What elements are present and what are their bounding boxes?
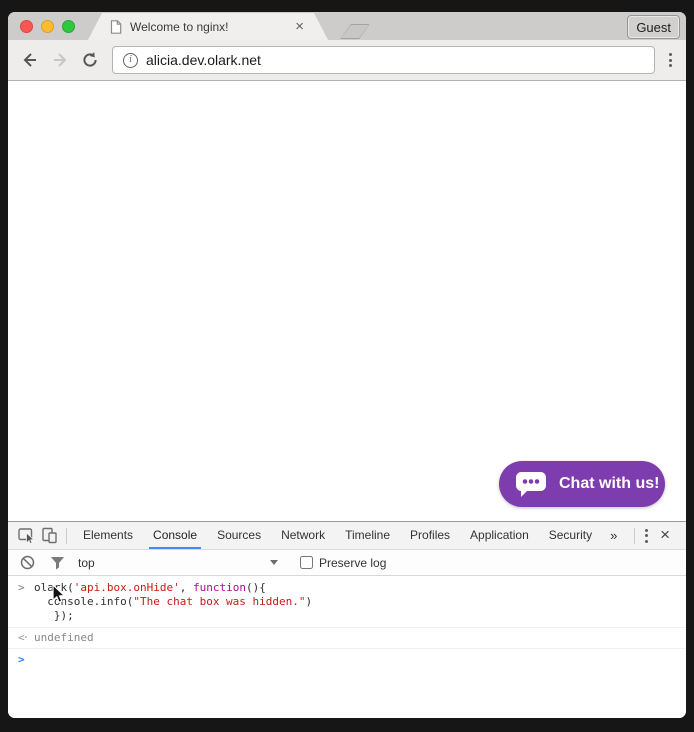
- console-output[interactable]: > olark('api.box.onHide', function(){ co…: [8, 576, 686, 718]
- devtools-menu-icon[interactable]: [641, 529, 652, 543]
- devtools-tab-console[interactable]: Console: [143, 522, 207, 549]
- page-content: Chat with us!: [8, 81, 686, 521]
- code-segment-plain: });: [34, 609, 74, 622]
- inspect-element-icon[interactable]: [16, 526, 38, 546]
- olark-chat-button[interactable]: Chat with us!: [499, 461, 665, 507]
- refresh-icon[interactable]: [78, 48, 102, 72]
- code-line: console.info("The chat box was hidden."): [34, 595, 312, 609]
- browser-menu-icon[interactable]: [665, 53, 676, 67]
- devtools-tab-elements[interactable]: Elements: [73, 522, 143, 549]
- more-tabs-icon[interactable]: »: [602, 528, 625, 543]
- code-segment-plain: ): [306, 595, 313, 608]
- toolbar-divider: [634, 528, 635, 544]
- console-result-row: <· undefined: [8, 628, 686, 649]
- tab-title: Welcome to nginx!: [130, 20, 289, 34]
- preserve-log-label: Preserve log: [319, 556, 386, 570]
- browser-tab[interactable]: Welcome to nginx! ×: [88, 13, 328, 40]
- page-file-icon: [110, 20, 122, 34]
- devtools-tabs: ElementsConsoleSourcesNetworkTimelinePro…: [73, 522, 602, 549]
- minimize-window-button[interactable]: [41, 20, 54, 33]
- clear-console-icon[interactable]: [16, 553, 38, 573]
- devtools-tab-security[interactable]: Security: [539, 522, 602, 549]
- code-segment-plain: olark(: [34, 581, 74, 594]
- close-window-button[interactable]: [20, 20, 33, 33]
- desktop-background: Welcome to nginx! × Guest: [0, 0, 694, 732]
- devtools-tab-timeline[interactable]: Timeline: [335, 522, 400, 549]
- new-tab-button-face: [341, 25, 369, 38]
- code-segment-plain: console.info(: [34, 595, 133, 608]
- back-icon[interactable]: [18, 48, 42, 72]
- new-tab-button[interactable]: [340, 24, 370, 39]
- console-prompt-icon: >: [18, 653, 25, 667]
- devtools-close-icon[interactable]: ×: [652, 525, 678, 547]
- chat-bubble-icon: [515, 471, 547, 498]
- code-segment-plain: (){: [246, 581, 266, 594]
- address-bar[interactable]: i alicia.dev.olark.net: [112, 46, 655, 74]
- command-echo-marker: >: [18, 581, 34, 623]
- preserve-log-option: Preserve log: [300, 556, 386, 570]
- browser-window: Welcome to nginx! × Guest: [8, 12, 686, 718]
- toolbar-divider: [66, 528, 67, 544]
- devtools-tab-profiles[interactable]: Profiles: [400, 522, 460, 549]
- devtools-tabbar-right: ×: [628, 525, 678, 547]
- site-info-icon[interactable]: i: [123, 53, 138, 68]
- browser-titlebar: Welcome to nginx! × Guest: [8, 12, 686, 40]
- devtools-tab-application[interactable]: Application: [460, 522, 539, 549]
- tab-close-icon[interactable]: ×: [295, 19, 304, 34]
- guest-profile-button[interactable]: Guest: [627, 15, 680, 39]
- console-command-entry: > olark('api.box.onHide', function(){ co…: [8, 576, 686, 628]
- device-toolbar-icon[interactable]: [38, 526, 60, 546]
- code-segment-keyword: function: [193, 581, 246, 594]
- devtools-tab-network[interactable]: Network: [271, 522, 335, 549]
- execution-context-value: top: [78, 556, 95, 570]
- chat-button-label: Chat with us!: [559, 475, 659, 493]
- code-segment-plain: ,: [180, 581, 193, 594]
- filter-icon[interactable]: [46, 553, 68, 573]
- window-controls: [20, 20, 75, 33]
- browser-toolbar: i alicia.dev.olark.net: [8, 40, 686, 81]
- result-arrow-icon: <·: [18, 631, 34, 645]
- code-line: olark('api.box.onHide', function(){: [34, 581, 312, 595]
- console-toolbar: top Preserve log: [8, 550, 686, 576]
- console-result-value: undefined: [34, 631, 94, 645]
- code-segment-string: 'api.box.onHide': [74, 581, 180, 594]
- preserve-log-checkbox[interactable]: [300, 556, 313, 569]
- devtools-tab-sources[interactable]: Sources: [207, 522, 271, 549]
- url-text[interactable]: alicia.dev.olark.net: [146, 52, 261, 68]
- chevron-down-icon: [270, 560, 278, 565]
- devtools-panel: ElementsConsoleSourcesNetworkTimelinePro…: [8, 521, 686, 718]
- console-command-code: olark('api.box.onHide', function(){ cons…: [34, 581, 312, 623]
- code-segment-string: "The chat box was hidden.": [133, 595, 305, 608]
- execution-context-selector[interactable]: top: [78, 556, 278, 570]
- fullscreen-window-button[interactable]: [62, 20, 75, 33]
- console-prompt-row[interactable]: >: [8, 649, 686, 671]
- devtools-tabbar: ElementsConsoleSourcesNetworkTimelinePro…: [8, 522, 686, 550]
- code-line: });: [34, 609, 312, 623]
- forward-icon[interactable]: [48, 48, 72, 72]
